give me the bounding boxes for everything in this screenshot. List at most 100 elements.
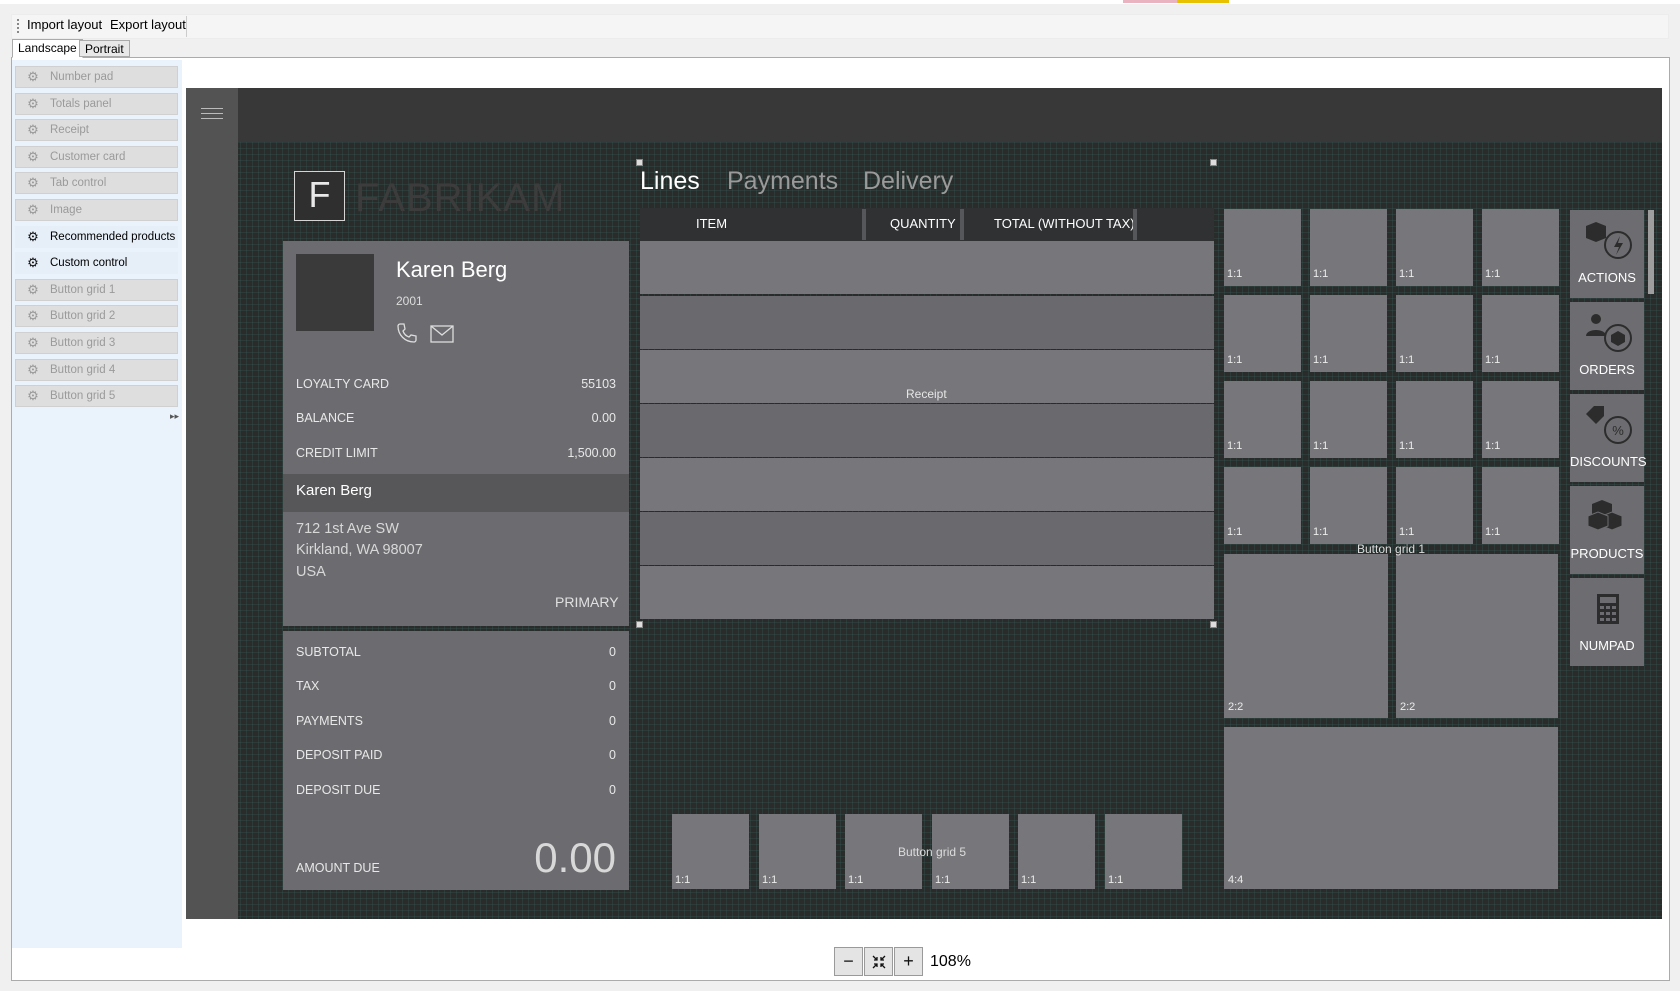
zoom-in-button[interactable]: + bbox=[894, 947, 923, 976]
tab-payments[interactable]: Payments bbox=[727, 167, 838, 196]
control-item-label: Customer card bbox=[50, 150, 126, 163]
products-label: PRODUCTS bbox=[1570, 546, 1644, 561]
column-separator bbox=[862, 209, 866, 240]
button-size-label: 1:1 bbox=[1227, 354, 1243, 366]
button-size-label: 4:4 bbox=[1228, 874, 1244, 886]
actions-icon bbox=[1586, 222, 1632, 259]
column-separator bbox=[1133, 209, 1137, 240]
payments-label: PAYMENTS bbox=[296, 714, 363, 728]
control-item[interactable]: ⚙ Button grid 4 bbox=[15, 358, 178, 381]
control-item-label: Button grid 1 bbox=[50, 283, 116, 296]
receipt-row[interactable] bbox=[640, 241, 1214, 294]
tab-landscape[interactable]: Landscape bbox=[12, 39, 83, 58]
zoom-out-button[interactable]: − bbox=[834, 947, 863, 976]
subtotal-label: SUBTOTAL bbox=[296, 645, 361, 659]
phone-icon[interactable] bbox=[395, 321, 419, 345]
receipt-row[interactable] bbox=[640, 512, 1214, 565]
button-size-label: 1:1 bbox=[935, 874, 951, 886]
menu-bar bbox=[11, 14, 1669, 39]
control-item[interactable]: ⚙ Image bbox=[15, 199, 178, 221]
balance-value: 0.00 bbox=[591, 411, 616, 425]
tab-delivery[interactable]: Delivery bbox=[863, 167, 953, 196]
subtotal-value: 0 bbox=[609, 645, 616, 659]
receipt-label: Receipt bbox=[906, 387, 947, 401]
tab-portrait[interactable]: Portrait bbox=[79, 40, 130, 57]
gear-icon: ⚙ bbox=[27, 202, 39, 217]
receipt-row[interactable] bbox=[640, 296, 1214, 349]
tax-label: TAX bbox=[296, 679, 320, 693]
grid-button-4x4[interactable] bbox=[1224, 727, 1558, 889]
orders-icon bbox=[1586, 314, 1632, 352]
gear-icon: ⚙ bbox=[27, 228, 39, 244]
column-item[interactable]: ITEM bbox=[696, 216, 727, 231]
discounts-label: DISCOUNTS bbox=[1570, 454, 1647, 469]
menu-grip bbox=[17, 19, 19, 33]
grid-button-2x2[interactable] bbox=[1224, 554, 1388, 718]
customer-number: 2001 bbox=[396, 294, 423, 308]
control-item-label: Number pad bbox=[50, 71, 114, 83]
fit-to-screen-button[interactable] bbox=[864, 947, 893, 976]
control-item[interactable]: ⚙ Number pad bbox=[15, 66, 178, 88]
gear-icon: ⚙ bbox=[27, 148, 39, 164]
resize-handle-tl[interactable] bbox=[636, 159, 643, 166]
gear-icon: ⚙ bbox=[27, 335, 39, 350]
logo-text: FABRIKAM bbox=[355, 176, 566, 220]
control-item[interactable]: ⚙ Customer card bbox=[15, 145, 178, 168]
control-item[interactable]: ⚙ Button grid 5 bbox=[15, 385, 178, 408]
button-size-label: 1:1 bbox=[675, 874, 691, 886]
control-item[interactable]: ⚙ Button grid 1 bbox=[15, 278, 178, 301]
button-size-label: 1:1 bbox=[1227, 268, 1243, 280]
window-top-strip bbox=[0, 0, 1680, 4]
resize-handle-br[interactable] bbox=[1210, 621, 1217, 628]
control-item[interactable]: ⚙ Tab control bbox=[15, 172, 178, 195]
column-total[interactable]: TOTAL (WITHOUT TAX) bbox=[994, 216, 1135, 231]
button-grid-1-label: Button grid 1 bbox=[1357, 542, 1426, 556]
tab-lines[interactable]: Lines bbox=[640, 167, 700, 196]
control-item[interactable]: ⚙ Button grid 3 bbox=[15, 332, 178, 354]
collapse-panel-icon[interactable]: ▸▸ bbox=[170, 411, 179, 422]
button-size-label: 1:1 bbox=[1399, 440, 1415, 452]
receipt-row[interactable] bbox=[640, 404, 1214, 457]
receipt-row[interactable] bbox=[640, 458, 1214, 511]
button-size-label: 1:1 bbox=[1108, 874, 1124, 886]
column-quantity[interactable]: QUANTITY bbox=[890, 216, 956, 231]
receipt-row[interactable] bbox=[640, 566, 1214, 619]
email-icon[interactable] bbox=[430, 325, 454, 343]
gear-icon: ⚙ bbox=[27, 281, 39, 297]
resize-handle-tr[interactable] bbox=[1210, 159, 1217, 166]
zoom-level: 108% bbox=[930, 953, 971, 970]
compress-icon bbox=[872, 955, 885, 969]
orders-label: ORDERS bbox=[1579, 362, 1635, 377]
amount-due-value: 0.00 bbox=[534, 834, 616, 881]
hamburger-menu-icon[interactable] bbox=[201, 108, 223, 122]
button-size-label: 1:1 bbox=[1485, 526, 1501, 538]
control-item[interactable]: ⚙ Recommended products bbox=[15, 225, 178, 248]
button-size-label: 1:1 bbox=[1313, 354, 1329, 366]
button-size-label: 1:1 bbox=[1227, 440, 1243, 452]
scrollbar-thumb[interactable] bbox=[1648, 210, 1654, 294]
button-grid-5-label: Button grid 5 bbox=[898, 845, 967, 859]
gear-icon: ⚙ bbox=[27, 388, 39, 404]
customer-name: Karen Berg bbox=[396, 257, 508, 282]
deposit-due-label: DEPOSIT DUE bbox=[296, 783, 381, 797]
address-type: PRIMARY bbox=[555, 594, 619, 610]
tax-value: 0 bbox=[609, 679, 616, 693]
control-item[interactable]: ⚙ Receipt bbox=[15, 119, 178, 142]
resize-handle-bl[interactable] bbox=[636, 621, 643, 628]
control-item[interactable]: ⚙ Custom control bbox=[15, 252, 178, 275]
address-line-2: Kirkland, WA 98007 bbox=[296, 542, 423, 558]
gear-icon: ⚙ bbox=[27, 175, 39, 191]
button-size-label: 1:1 bbox=[1227, 526, 1243, 538]
button-size-label: 1:1 bbox=[1399, 354, 1415, 366]
import-layout-menu[interactable]: Import layout bbox=[25, 17, 104, 32]
button-size-label: 1:1 bbox=[1485, 440, 1501, 452]
gear-icon: ⚙ bbox=[27, 308, 39, 324]
export-layout-menu[interactable]: Export layout bbox=[108, 17, 188, 32]
control-item-label: Receipt bbox=[50, 124, 89, 137]
control-item[interactable]: ⚙ Totals panel bbox=[15, 92, 178, 115]
button-size-label: 1:1 bbox=[848, 874, 864, 886]
grid-button-2x2[interactable] bbox=[1396, 554, 1558, 718]
control-item[interactable]: ⚙ Button grid 2 bbox=[15, 305, 178, 328]
loyalty-card-label: LOYALTY CARD bbox=[296, 377, 390, 391]
button-size-label: 1:1 bbox=[1485, 354, 1501, 366]
